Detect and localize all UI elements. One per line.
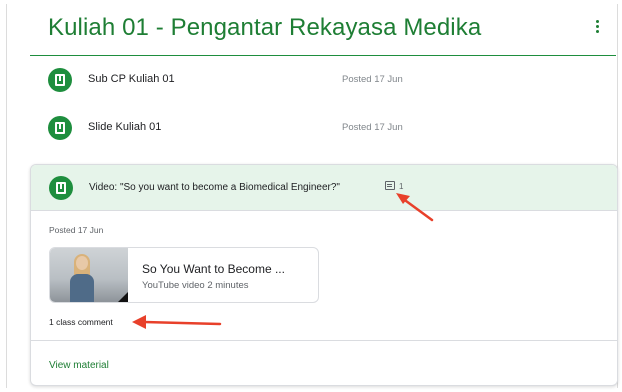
youtube-attachment[interactable]: So You Want to Become ... YouTube video … — [49, 247, 319, 303]
posted-date: Posted 17 Jun — [49, 225, 104, 235]
more-vert-icon[interactable] — [594, 20, 600, 36]
comment-count: 1 — [399, 182, 404, 191]
material-title: Sub CP Kuliah 01 — [88, 73, 175, 85]
material-title: Video: "So you want to become a Biomedic… — [89, 182, 340, 193]
attachment-subtitle: YouTube video 2 minutes — [142, 280, 249, 291]
posted-date: Posted 17 Jun — [342, 74, 403, 85]
material-icon — [49, 176, 73, 200]
posted-date: Posted 17 Jun — [342, 122, 403, 133]
material-row-video[interactable]: Video: "So you want to become a Biomedic… — [31, 165, 617, 211]
video-thumbnail — [50, 248, 128, 302]
topic-header: Kuliah 01 - Pengantar Rekayasa Medika — [30, 0, 616, 56]
material-row-sub-cp[interactable]: Sub CP Kuliah 01 Posted 17 Jun — [30, 56, 616, 104]
divider — [31, 340, 617, 341]
material-row-slide[interactable]: Slide Kuliah 01 Posted 17 Jun — [30, 104, 616, 152]
topic-title: Kuliah 01 - Pengantar Rekayasa Medika — [48, 14, 482, 41]
class-comment-link[interactable]: 1 class comment — [49, 317, 113, 327]
material-title: Slide Kuliah 01 — [88, 121, 162, 133]
material-icon — [48, 68, 72, 92]
expanded-material-card: Video: "So you want to become a Biomedic… — [30, 164, 618, 386]
view-material-link[interactable]: View material — [49, 360, 109, 371]
material-icon — [48, 116, 72, 140]
attachment-title: So You Want to Become ... — [142, 262, 285, 276]
comment-icon — [385, 181, 395, 190]
